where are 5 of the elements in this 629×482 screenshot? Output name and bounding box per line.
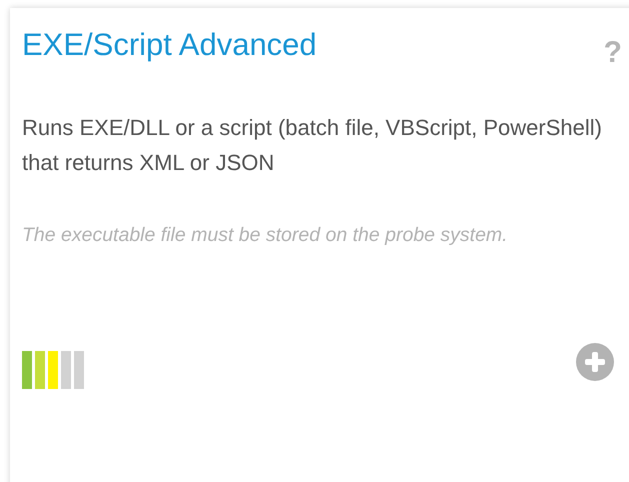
card-description: Runs EXE/DLL or a script (batch file, VBScript, PowerShell) that returns XML or JSON xyxy=(22,114,603,177)
help-link[interactable]: ? xyxy=(604,36,622,70)
card-title: EXE/Script Advanced xyxy=(22,26,317,64)
add-icon[interactable] xyxy=(576,343,614,381)
card-note: The executable file must be stored on the probe system. xyxy=(22,223,509,248)
